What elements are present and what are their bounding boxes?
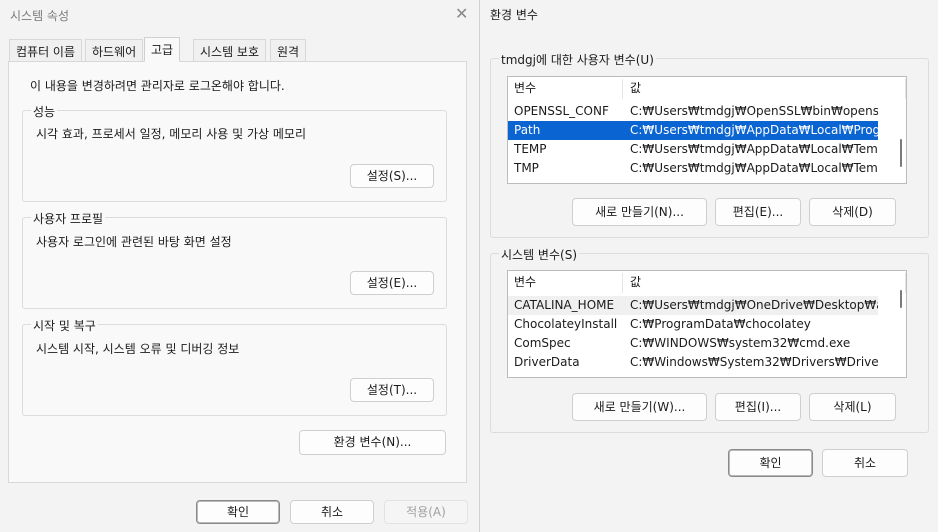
user-profiles-label: 사용자 프로필: [31, 210, 106, 227]
column-header-value[interactable]: 값: [630, 271, 641, 293]
list-item[interactable]: DriverData C:₩Windows₩System32₩Drivers₩D…: [508, 353, 878, 372]
user-profiles-group: [22, 217, 447, 309]
dialog-title: 시스템 속성: [10, 9, 70, 23]
user-edit-button[interactable]: 편집(E)...: [715, 198, 801, 226]
column-divider: [905, 273, 906, 293]
list-item-selected[interactable]: Path C:₩Users₩tmdgj₩AppData₩Local₩Progra…: [508, 121, 878, 140]
user-new-button[interactable]: 새로 만들기(N)...: [572, 198, 707, 226]
list-item[interactable]: ChocolateyInstall C:₩ProgramData₩chocola…: [508, 315, 878, 334]
apply-button[interactable]: 적용(A): [384, 500, 468, 524]
list-item[interactable]: TEMP C:₩Users₩tmdgj₩AppData₩Local₩Temp: [508, 140, 878, 159]
variable-value: C:₩Windows₩System32₩Drivers₩DriverData: [630, 355, 878, 369]
user-profiles-settings-button[interactable]: 설정(E)...: [350, 271, 434, 295]
user-delete-button[interactable]: 삭제(D): [809, 198, 896, 226]
variable-value: C:₩Users₩tmdgj₩AppData₩Local₩Progra...: [630, 123, 878, 137]
user-variables-list[interactable]: 변수 값 OPENSSL_CONF C:₩Users₩tmdgj₩OpenSSL…: [507, 76, 907, 184]
variable-name: OPENSSL_CONF: [514, 104, 609, 118]
variable-value: C:₩Users₩tmdgj₩OneDrive₩Desktop₩apa...: [630, 298, 878, 312]
column-divider: [622, 273, 623, 293]
variable-name: CATALINA_HOME: [514, 298, 615, 312]
tab-system-protection[interactable]: 시스템 보호: [193, 39, 267, 61]
variable-name: TEMP: [514, 142, 547, 156]
variable-name: TMP: [514, 161, 539, 175]
system-variables-label: 시스템 변수(S): [499, 246, 579, 263]
variable-name: DriverData: [514, 355, 580, 369]
tab-hardware[interactable]: 하드웨어: [85, 39, 144, 61]
env-ok-button[interactable]: 확인: [728, 449, 813, 477]
variable-value: C:₩Users₩tmdgj₩AppData₩Local₩Temp: [630, 161, 878, 175]
admin-note: 이 내용을 변경하려면 관리자로 로그온해야 합니다.: [30, 79, 285, 93]
list-item[interactable]: ComSpec C:₩WINDOWS₩system32₩cmd.exe: [508, 334, 878, 353]
performance-description: 시각 효과, 프로세서 일정, 메모리 사용 및 가상 메모리: [36, 127, 306, 141]
variable-value: C:₩ProgramData₩chocolatey: [630, 317, 811, 331]
column-header-variable[interactable]: 변수: [514, 271, 536, 293]
tab-computer-name[interactable]: 컴퓨터 이름: [9, 39, 83, 61]
startup-recovery-group: [22, 324, 447, 416]
variable-name: ChocolateyInstall: [514, 317, 618, 331]
list-item[interactable]: CATALINA_HOME C:₩Users₩tmdgj₩OneDrive₩De…: [508, 296, 878, 315]
startup-recovery-description: 시스템 시작, 시스템 오류 및 디버깅 정보: [36, 342, 240, 356]
system-new-button[interactable]: 새로 만들기(W)...: [572, 393, 707, 421]
startup-recovery-label: 시작 및 복구: [31, 317, 98, 334]
startup-recovery-settings-button[interactable]: 설정(T)...: [350, 378, 434, 402]
environment-variables-button[interactable]: 환경 변수(N)...: [299, 430, 446, 455]
column-header-variable[interactable]: 변수: [514, 77, 536, 99]
user-profiles-description: 사용자 로그인에 관련된 바탕 화면 설정: [36, 235, 232, 249]
system-variables-list[interactable]: 변수 값 CATALINA_HOME C:₩Users₩tmdgj₩OneDri…: [507, 270, 907, 378]
tab-advanced[interactable]: 고급: [144, 37, 181, 62]
variable-value: C:₩Users₩tmdgj₩OpenSSL₩bin₩openssl.cnf: [630, 104, 878, 118]
scrollbar-thumb[interactable]: [900, 290, 902, 308]
scrollbar-thumb[interactable]: [900, 139, 902, 167]
variable-name: ComSpec: [514, 336, 571, 350]
column-header-value[interactable]: 값: [630, 77, 641, 99]
ok-button[interactable]: 확인: [196, 500, 280, 524]
system-delete-button[interactable]: 삭제(L): [809, 393, 896, 421]
variable-name: Path: [514, 123, 541, 137]
performance-group: [22, 110, 447, 202]
variable-value: C:₩Users₩tmdgj₩AppData₩Local₩Temp: [630, 142, 878, 156]
user-variables-label: tmdgj에 대한 사용자 변수(U): [499, 51, 656, 68]
column-divider: [622, 79, 623, 99]
column-divider: [905, 79, 906, 99]
list-item[interactable]: TMP C:₩Users₩tmdgj₩AppData₩Local₩Temp: [508, 159, 878, 178]
tab-remote[interactable]: 원격: [270, 39, 307, 61]
close-icon[interactable]: ✕: [455, 4, 468, 23]
env-cancel-button[interactable]: 취소: [822, 449, 908, 477]
variable-value: C:₩WINDOWS₩system32₩cmd.exe: [630, 336, 851, 350]
performance-settings-button[interactable]: 설정(S)...: [350, 164, 434, 188]
performance-label: 성능: [31, 103, 58, 120]
system-properties-dialog: 시스템 속성 ✕ 컴퓨터 이름 하드웨어 시스템 보호 원격 고급 이 내용을 …: [0, 0, 478, 532]
list-item[interactable]: OPENSSL_CONF C:₩Users₩tmdgj₩OpenSSL₩bin₩…: [508, 102, 878, 121]
env-dialog-title: 환경 변수: [490, 8, 538, 22]
cancel-button[interactable]: 취소: [290, 500, 374, 524]
environment-variables-dialog: 환경 변수 tmdgj에 대한 사용자 변수(U) 변수 값 OPENSSL_C…: [479, 0, 938, 532]
system-edit-button[interactable]: 편집(I)...: [715, 393, 801, 421]
